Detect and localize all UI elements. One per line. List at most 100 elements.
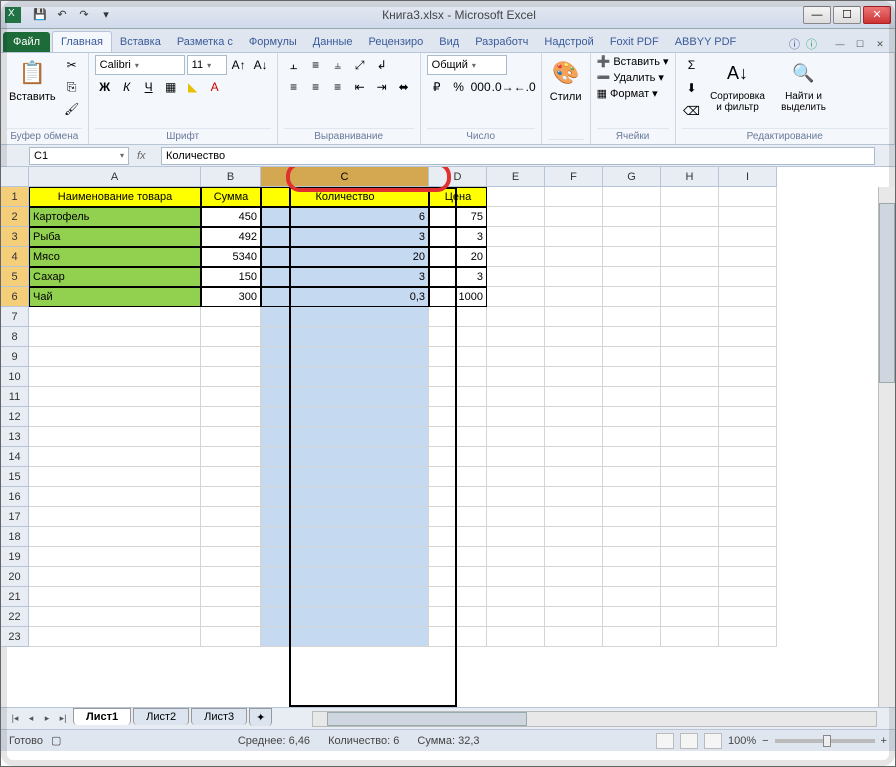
cell-H1[interactable] (661, 187, 719, 207)
cell-E23[interactable] (487, 627, 545, 647)
cell-A8[interactable] (29, 327, 201, 347)
name-box[interactable]: C1 ▾ (29, 147, 129, 165)
column-header-E[interactable]: E (487, 167, 545, 187)
help-icon[interactable]: ⓘ (806, 36, 817, 52)
zoom-in-button[interactable]: + (881, 735, 887, 747)
minimize-button[interactable]: — (803, 6, 831, 24)
find-select-button[interactable]: 🔍 Найти и выделить (774, 55, 834, 115)
cell-B8[interactable] (201, 327, 261, 347)
row-header-3[interactable]: 3 (1, 227, 29, 247)
cell-C2[interactable]: 6 (261, 207, 429, 227)
cell-I5[interactable] (719, 267, 777, 287)
cell-B9[interactable] (201, 347, 261, 367)
cell-C4[interactable]: 20 (261, 247, 429, 267)
font-name-combo[interactable]: Calibri▾ (95, 55, 185, 75)
cell-B10[interactable] (201, 367, 261, 387)
tab-review[interactable]: Рецензиро (361, 32, 432, 52)
cell-F19[interactable] (545, 547, 603, 567)
cell-G17[interactable] (603, 507, 661, 527)
cell-D14[interactable] (429, 447, 487, 467)
align-middle-button[interactable]: ≡ (306, 55, 326, 75)
select-all-corner[interactable] (1, 167, 29, 187)
cell-G10[interactable] (603, 367, 661, 387)
cell-H4[interactable] (661, 247, 719, 267)
cell-F12[interactable] (545, 407, 603, 427)
cell-C14[interactable] (261, 447, 429, 467)
cell-I18[interactable] (719, 527, 777, 547)
bold-button[interactable]: Ж (95, 77, 115, 97)
view-pagebreak-button[interactable] (704, 733, 722, 749)
autosum-button[interactable]: Σ (682, 55, 702, 75)
cell-G13[interactable] (603, 427, 661, 447)
redo-button[interactable]: ↷ (75, 6, 93, 24)
cell-C13[interactable] (261, 427, 429, 447)
tab-file[interactable]: Файл (3, 32, 50, 52)
cell-G6[interactable] (603, 287, 661, 307)
cell-I8[interactable] (719, 327, 777, 347)
cell-G8[interactable] (603, 327, 661, 347)
cell-D10[interactable] (429, 367, 487, 387)
cell-E22[interactable] (487, 607, 545, 627)
cell-B17[interactable] (201, 507, 261, 527)
cell-A22[interactable] (29, 607, 201, 627)
macro-record-icon[interactable]: ▢ (51, 734, 61, 747)
cell-B2[interactable]: 450 (201, 207, 261, 227)
row-header-18[interactable]: 18 (1, 527, 29, 547)
cell-F13[interactable] (545, 427, 603, 447)
cell-D7[interactable] (429, 307, 487, 327)
cell-B16[interactable] (201, 487, 261, 507)
cell-F18[interactable] (545, 527, 603, 547)
orientation-button[interactable]: ⤢ (350, 55, 370, 75)
cell-I17[interactable] (719, 507, 777, 527)
cell-E7[interactable] (487, 307, 545, 327)
cell-H19[interactable] (661, 547, 719, 567)
column-header-D[interactable]: D (429, 167, 487, 187)
row-header-1[interactable]: 1 (1, 187, 29, 207)
sheet-nav-prev[interactable]: ◂ (23, 711, 39, 727)
decrease-font-button[interactable]: A↓ (251, 55, 271, 75)
cell-I22[interactable] (719, 607, 777, 627)
cell-E8[interactable] (487, 327, 545, 347)
cell-F7[interactable] (545, 307, 603, 327)
currency-button[interactable]: ₽ (427, 77, 447, 97)
cell-B11[interactable] (201, 387, 261, 407)
cell-I20[interactable] (719, 567, 777, 587)
tab-foxit[interactable]: Foxit PDF (602, 32, 667, 52)
cell-G20[interactable] (603, 567, 661, 587)
row-header-16[interactable]: 16 (1, 487, 29, 507)
cell-A1[interactable]: Наименование товара (29, 187, 201, 207)
zoom-slider[interactable] (775, 739, 875, 743)
fx-icon[interactable]: fx (137, 150, 155, 162)
cell-A13[interactable] (29, 427, 201, 447)
cell-G22[interactable] (603, 607, 661, 627)
close-button[interactable]: ✕ (863, 6, 891, 24)
cell-A20[interactable] (29, 567, 201, 587)
cell-C11[interactable] (261, 387, 429, 407)
align-center-button[interactable]: ≡ (306, 77, 326, 97)
decrease-indent-button[interactable]: ⇤ (350, 77, 370, 97)
sheet-nav-first[interactable]: |◂ (7, 711, 23, 727)
italic-button[interactable]: К (117, 77, 137, 97)
cell-F9[interactable] (545, 347, 603, 367)
cell-I12[interactable] (719, 407, 777, 427)
cell-A10[interactable] (29, 367, 201, 387)
cell-B23[interactable] (201, 627, 261, 647)
cell-I3[interactable] (719, 227, 777, 247)
fill-button[interactable]: ⬇ (682, 78, 702, 98)
cell-C1[interactable]: Количество (261, 187, 429, 207)
cell-H3[interactable] (661, 227, 719, 247)
cell-G1[interactable] (603, 187, 661, 207)
cell-H12[interactable] (661, 407, 719, 427)
cell-A2[interactable]: Картофель (29, 207, 201, 227)
tab-developer[interactable]: Разработч (467, 32, 536, 52)
cell-G11[interactable] (603, 387, 661, 407)
tab-addins[interactable]: Надстрой (536, 32, 601, 52)
tab-abbyy[interactable]: ABBYY PDF (667, 32, 745, 52)
cell-D18[interactable] (429, 527, 487, 547)
cell-B13[interactable] (201, 427, 261, 447)
cell-A18[interactable] (29, 527, 201, 547)
number-format-combo[interactable]: Общий▾ (427, 55, 507, 75)
cell-B3[interactable]: 492 (201, 227, 261, 247)
cut-button[interactable]: ✂ (62, 55, 82, 75)
sheet-tab-2[interactable]: Лист2 (133, 708, 189, 725)
